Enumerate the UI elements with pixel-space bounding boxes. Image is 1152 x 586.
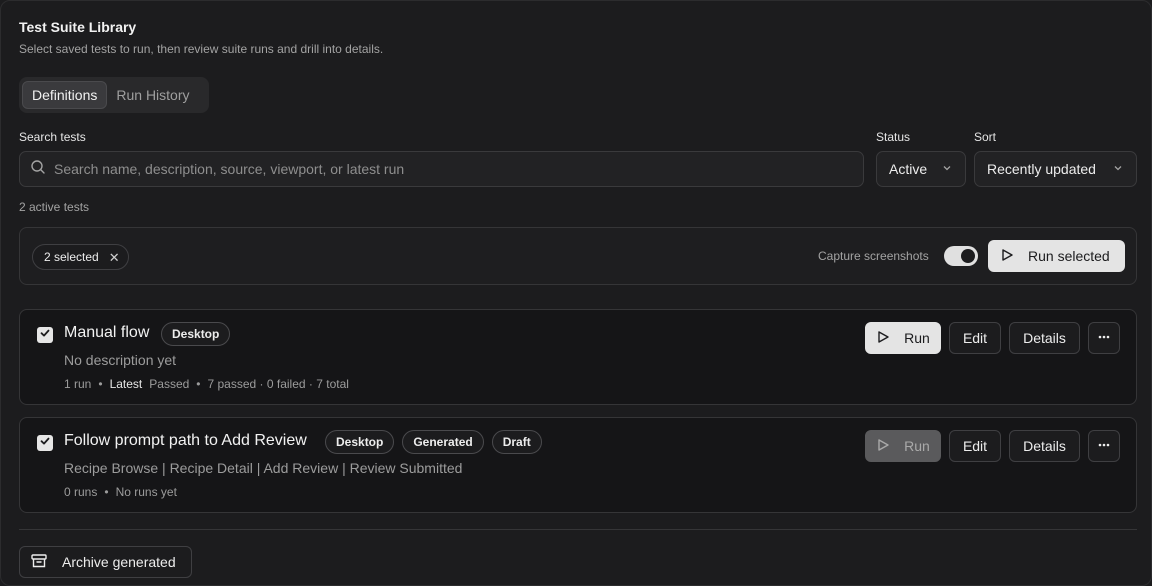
tab-definitions[interactable]: Definitions bbox=[22, 81, 108, 109]
run-label: Run bbox=[904, 330, 930, 346]
run-selected-label: Run selected bbox=[1028, 248, 1110, 264]
tab-run-history[interactable]: Run History bbox=[107, 81, 198, 109]
test-meta: 1 run • Latest Passed • 7 passed · 0 fai… bbox=[64, 377, 349, 391]
chevron-down-icon bbox=[1112, 161, 1124, 177]
search-icon bbox=[30, 159, 46, 180]
test-title: Manual flow bbox=[64, 324, 150, 341]
test-title: Follow prompt path to Add Review bbox=[64, 432, 307, 449]
result-summary: No runs yet bbox=[115, 485, 177, 499]
chevron-down-icon bbox=[941, 161, 953, 177]
search-label: Search tests bbox=[19, 130, 86, 144]
latest-label: Latest bbox=[109, 377, 143, 391]
selection-bar: 2 selected ✕ Capture screenshots Run sel… bbox=[19, 227, 1137, 285]
viewport-badge: Desktop bbox=[161, 322, 231, 346]
generated-badge: Generated bbox=[402, 430, 484, 454]
search-field[interactable] bbox=[19, 151, 864, 187]
result-summary: 7 passed · 0 failed · 7 total bbox=[207, 377, 349, 391]
test-actions: Run Edit Details bbox=[865, 430, 1120, 462]
sort-select[interactable]: Recently updated bbox=[974, 151, 1137, 187]
details-button[interactable]: Details bbox=[1009, 322, 1080, 354]
selected-count-label: 2 selected bbox=[44, 250, 99, 264]
run-count: 1 run bbox=[64, 377, 92, 391]
more-options-button[interactable] bbox=[1088, 322, 1120, 354]
viewport-badge: Desktop bbox=[325, 430, 395, 454]
more-horizontal-icon bbox=[1097, 330, 1111, 347]
test-meta: 0 runs • No runs yet bbox=[64, 485, 177, 499]
more-options-button[interactable] bbox=[1088, 430, 1120, 462]
close-icon[interactable]: ✕ bbox=[109, 251, 120, 264]
archive-icon bbox=[30, 553, 48, 572]
test-badges: Desktop Generated Draft bbox=[325, 430, 542, 454]
test-select-checkbox[interactable] bbox=[37, 327, 53, 343]
meta-separator: • bbox=[104, 485, 109, 499]
page-subtitle: Select saved tests to run, then review s… bbox=[19, 42, 384, 56]
check-icon bbox=[39, 326, 51, 344]
test-actions: Run Edit Details bbox=[865, 322, 1120, 354]
divider bbox=[19, 529, 1137, 530]
play-icon bbox=[876, 438, 890, 455]
status-label: Status bbox=[876, 130, 911, 144]
more-horizontal-icon bbox=[1097, 438, 1111, 455]
meta-separator: • bbox=[98, 377, 103, 391]
edit-button[interactable]: Edit bbox=[949, 322, 1001, 354]
edit-button[interactable]: Edit bbox=[949, 430, 1001, 462]
status-select-value: Active bbox=[889, 161, 928, 177]
test-card: Manual flow Desktop No description yet 1… bbox=[19, 309, 1137, 405]
view-tabs: Definitions Run History bbox=[19, 77, 209, 113]
play-icon bbox=[1000, 248, 1014, 265]
page-title: Test Suite Library bbox=[19, 19, 137, 35]
play-icon bbox=[876, 330, 890, 347]
active-test-count: 2 active tests bbox=[19, 200, 90, 214]
meta-separator: • bbox=[196, 377, 201, 391]
latest-status: Passed bbox=[149, 377, 190, 391]
run-selected-button[interactable]: Run selected bbox=[988, 240, 1125, 272]
sort-select-value: Recently updated bbox=[987, 161, 1096, 177]
selected-count-chip: 2 selected ✕ bbox=[32, 244, 129, 270]
test-description: No description yet bbox=[64, 352, 177, 368]
run-button[interactable]: Run bbox=[865, 322, 941, 354]
status-select[interactable]: Active bbox=[876, 151, 966, 187]
run-label: Run bbox=[904, 438, 930, 454]
sort-label: Sort bbox=[974, 130, 997, 144]
run-count: 0 runs bbox=[64, 485, 98, 499]
archive-generated-label: Archive generated bbox=[62, 554, 176, 570]
draft-badge: Draft bbox=[491, 430, 542, 454]
test-description: Recipe Browse | Recipe Detail | Add Revi… bbox=[64, 460, 463, 476]
capture-screenshots-label: Capture screenshots bbox=[818, 249, 929, 263]
test-card: Follow prompt path to Add Review Desktop… bbox=[19, 417, 1137, 513]
test-select-checkbox[interactable] bbox=[37, 435, 53, 451]
capture-screenshots-toggle[interactable] bbox=[944, 246, 978, 266]
run-button[interactable]: Run bbox=[865, 430, 941, 462]
search-input[interactable] bbox=[54, 161, 834, 177]
archive-generated-button[interactable]: Archive generated bbox=[19, 546, 192, 578]
details-button[interactable]: Details bbox=[1009, 430, 1080, 462]
test-badges: Desktop bbox=[161, 322, 231, 346]
test-suite-library-panel: Test Suite Library Select saved tests to… bbox=[0, 0, 1152, 586]
toggle-knob bbox=[961, 249, 975, 263]
check-icon bbox=[39, 434, 51, 452]
